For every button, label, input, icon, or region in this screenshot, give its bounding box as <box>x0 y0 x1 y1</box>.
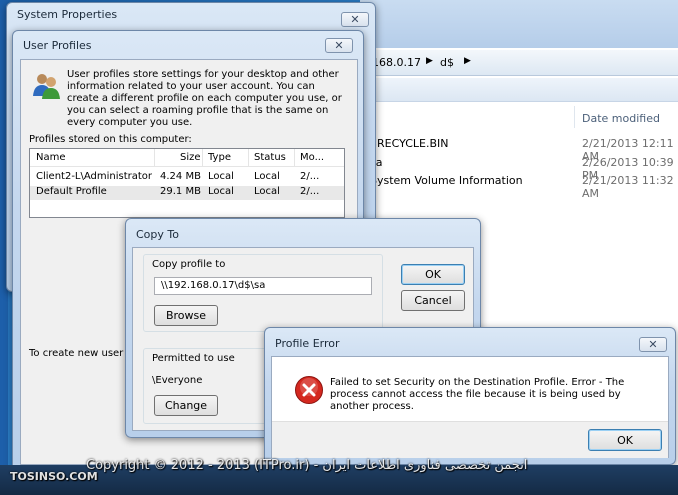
profile-modified: 2/... <box>300 186 320 197</box>
chevron-right-icon[interactable]: ▶ <box>464 56 471 66</box>
profile-modified: 2/... <box>300 171 320 182</box>
file-row[interactable]: $RECYCLE.BIN 2/21/2013 12:11 AM <box>360 137 678 163</box>
table-row[interactable]: Default Profile 29.1 MB Local Local 2/..… <box>30 186 344 200</box>
profile-status: Local <box>254 171 280 182</box>
error-message: Failed to set Security on the Destinatio… <box>330 377 625 412</box>
permitted-value: \Everyone <box>152 375 203 386</box>
copy-profile-label: Copy profile to <box>152 259 226 270</box>
chevron-right-icon[interactable]: ▶ <box>426 56 433 66</box>
profile-name: Client2-L\Administrator <box>36 171 153 182</box>
profiles-stored-label: Profiles stored on this computer: <box>29 134 192 145</box>
column-header-status[interactable]: Status <box>254 152 286 163</box>
profile-type: Local <box>208 171 234 182</box>
ok-button[interactable]: OK <box>401 264 465 285</box>
address-segment-ip[interactable]: 168.0.17 <box>372 56 421 69</box>
dialog-title: Copy To <box>136 228 179 241</box>
profile-name: Default Profile <box>36 186 107 197</box>
column-divider <box>294 149 295 167</box>
explorer-toolbar <box>360 78 678 102</box>
address-bar[interactable]: 168.0.17 ▶ d$ ▶ <box>360 50 678 76</box>
column-divider <box>248 149 249 167</box>
cancel-button[interactable]: Cancel <box>401 290 465 311</box>
dialog-title: User Profiles <box>23 39 92 52</box>
change-button[interactable]: Change <box>154 395 218 416</box>
permitted-label: Permitted to use <box>152 353 235 364</box>
table-row[interactable]: Client2-L\Administrator 4.24 MB Local Lo… <box>30 171 344 185</box>
file-name: $RECYCLE.BIN <box>370 137 449 150</box>
profile-size: 29.1 MB <box>160 186 201 197</box>
address-segment-share[interactable]: d$ <box>440 56 454 69</box>
close-icon[interactable]: ✕ <box>639 337 667 352</box>
column-header-type[interactable]: Type <box>208 152 231 163</box>
profile-error-dialog: Profile Error ✕ Failed to set Security o… <box>264 327 676 465</box>
site-watermark: TOSINSO.COM <box>10 470 98 483</box>
copy-path-input[interactable]: \\192.168.0.17\d$\sa <box>154 277 372 295</box>
list-header: Name Size Type Status Mo... <box>30 149 344 167</box>
users-icon <box>31 70 61 100</box>
file-date: 2/21/2013 11:32 AM <box>582 174 674 200</box>
copy-path-value: \\192.168.0.17\d$\sa <box>161 280 266 291</box>
browse-button[interactable]: Browse <box>154 305 218 326</box>
profiles-list[interactable]: Name Size Type Status Mo... Client2-L\Ad… <box>29 148 345 218</box>
close-icon[interactable]: ✕ <box>325 38 353 53</box>
explorer-titlebar <box>360 0 678 48</box>
column-header-date[interactable]: Date modified <box>582 112 660 125</box>
error-icon <box>294 375 324 405</box>
copy-profile-group: Copy profile to \\192.168.0.17\d$\sa Bro… <box>143 254 383 332</box>
dialog-title: Profile Error <box>275 337 340 350</box>
file-row[interactable]: sa 2/26/2013 10:39 PM <box>360 156 678 182</box>
column-divider <box>154 149 155 167</box>
profiles-description: User profiles store settings for your de… <box>67 69 342 128</box>
profile-status: Local <box>254 186 280 197</box>
close-icon[interactable]: ✕ <box>341 12 369 27</box>
error-content: Failed to set Security on the Destinatio… <box>271 356 669 458</box>
file-row[interactable]: System Volume Information 2/21/2013 11:3… <box>360 174 678 200</box>
window-title: System Properties <box>17 8 118 21</box>
copyright-watermark: Copyright © 2012 - 2013 (ITPro.ir) - انج… <box>86 458 528 473</box>
file-name: System Volume Information <box>370 174 523 187</box>
column-divider <box>202 149 203 167</box>
column-divider <box>574 106 575 128</box>
profile-type: Local <box>208 186 234 197</box>
profile-size: 4.24 MB <box>160 171 201 182</box>
column-header-name[interactable]: Name <box>36 152 66 163</box>
ok-button[interactable]: OK <box>588 429 662 451</box>
column-header-size[interactable]: Size <box>180 152 201 163</box>
column-header-modified[interactable]: Mo... <box>300 152 324 163</box>
